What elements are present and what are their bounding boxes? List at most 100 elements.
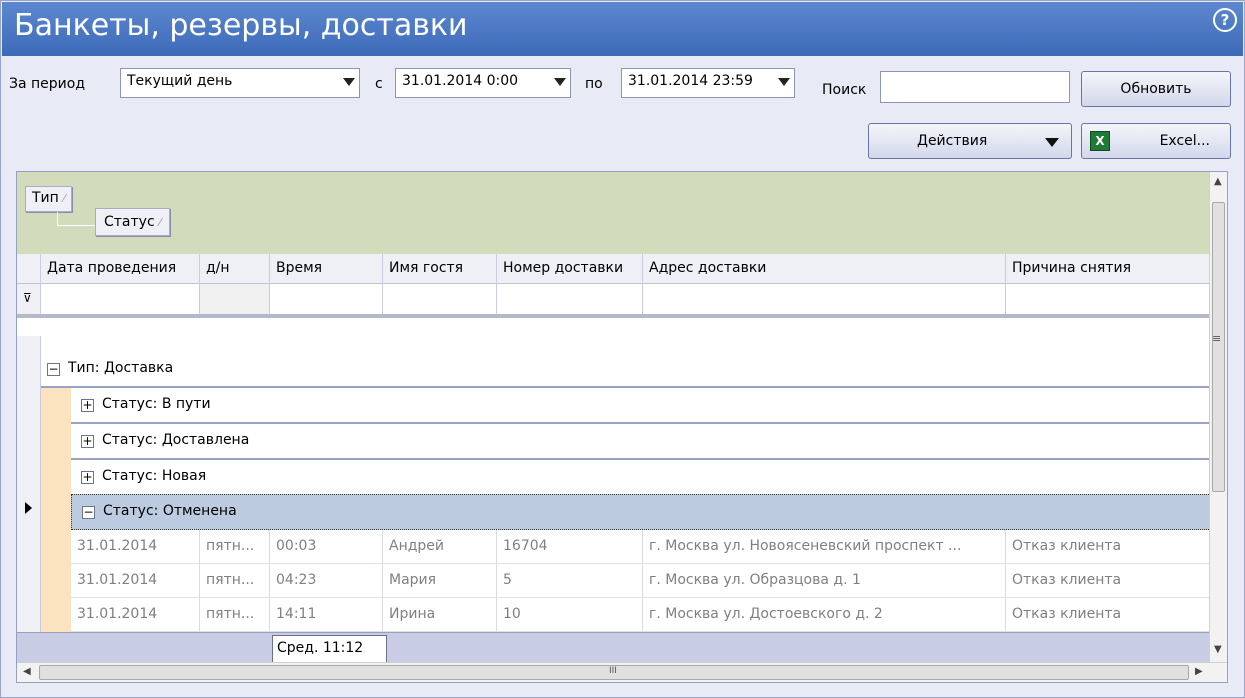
from-date-picker[interactable]: 31.01.2014 0:00 [395,68,571,98]
cell-address: г. Москва ул. Новоясеневский проспект ..… [643,530,1006,564]
cell-day: пятн... [200,564,270,598]
group-row-type[interactable]: − Тип: Доставка [41,352,1219,388]
group-row-status[interactable]: + Статус: Новая [71,460,1219,496]
grip-icon: ≡ [1212,332,1222,345]
actions-button[interactable]: Действия [868,123,1072,159]
filter-cell-date[interactable] [41,284,200,314]
table-row[interactable]: 31.01.2014 пятн... 04:23 Мария 5 г. Моск… [71,564,1219,598]
filter-cell-guest[interactable] [383,284,497,314]
scroll-down-icon[interactable]: ▼ [1214,644,1222,655]
column-day[interactable]: д/н [200,254,270,284]
table-row[interactable]: 31.01.2014 пятн... 14:11 Ирина 10 г. Мос… [71,598,1219,632]
group-connector [57,212,95,226]
to-date-value: 31.01.2014 23:59 [628,73,753,89]
cell-guest: Андрей [383,530,497,564]
cell-day: пятн... [200,598,270,632]
period-label: За период [9,76,86,92]
scroll-right-icon[interactable]: ▶ [1195,666,1203,677]
to-label: по [585,76,603,92]
cell-day: пятн... [200,530,270,564]
cell-address: г. Москва ул. Образцова д. 1 [643,564,1006,598]
column-reason[interactable]: Причина снятия [1006,254,1219,284]
cell-reason: Отказ клиента [1006,530,1219,564]
filter-cell-number[interactable] [497,284,643,314]
orders-grid[interactable]: Тип ⁄ Статус ⁄ Дата проведения д/н Время… [16,171,1228,683]
chevron-down-icon [554,78,566,86]
current-row-arrow-icon [25,502,32,514]
sort-icon: ⁄ [63,192,66,205]
expand-icon[interactable]: + [81,435,94,448]
filter-cell-day[interactable] [200,284,270,314]
group-chip-status[interactable]: Статус ⁄ [95,208,170,236]
column-address[interactable]: Адрес доставки [643,254,1006,284]
header-corner [17,254,41,284]
search-input[interactable] [880,71,1070,103]
vertical-scrollbar[interactable]: ▲ ≡ ▼ [1209,172,1227,664]
excel-label: Excel... [1159,133,1210,149]
group-row-status-selected[interactable]: − Статус: Отменена [71,494,1219,530]
filter-toolbar: За период Текущий день с 31.01.2014 0:00… [2,57,1243,169]
row-indicator-column [17,336,41,632]
expand-icon[interactable]: + [81,399,94,412]
column-guest[interactable]: Имя гостя [383,254,497,284]
scroll-left-icon[interactable]: ◀ [23,666,31,677]
group-label: Статус: Новая [102,468,207,484]
grip-icon: III [609,666,617,676]
collapse-icon[interactable]: − [82,506,95,519]
cell-reason: Отказ клиента [1006,564,1219,598]
group-row-status[interactable]: + Статус: В пути [71,388,1219,424]
window-title: Банкеты, резервы, доставки [14,8,468,43]
excel-icon: X [1090,131,1110,151]
group-by-panel: Тип ⁄ Статус ⁄ [17,172,1219,254]
vertical-scroll-thumb[interactable] [1212,202,1225,492]
sort-icon: ⁄ [159,216,161,229]
excel-button[interactable]: X Excel... [1081,123,1231,159]
cell-number: 5 [497,564,643,598]
group-label: Статус: В пути [102,396,211,412]
cell-time: 00:03 [270,530,383,564]
filter-cell-address[interactable] [643,284,1006,314]
from-date-value: 31.01.2014 0:00 [402,73,519,89]
cell-time: 14:11 [270,598,383,632]
search-label: Поиск [822,82,867,98]
from-label: с [375,76,383,92]
chevron-down-icon [1045,138,1059,147]
cell-date: 31.01.2014 [71,598,200,632]
cell-date: 31.01.2014 [71,564,200,598]
group-label: Статус: Доставлена [102,432,250,448]
column-date[interactable]: Дата проведения [41,254,200,284]
horizontal-scrollbar[interactable]: ◀ III ▶ [17,662,1227,682]
help-icon[interactable]: ? [1213,8,1237,32]
column-header-row: Дата проведения д/н Время Имя гостя Номе… [17,254,1219,284]
collapse-icon[interactable]: − [47,363,60,376]
cell-reason: Отказ клиента [1006,598,1219,632]
filter-cell-reason[interactable] [1006,284,1219,314]
column-time[interactable]: Время [270,254,383,284]
cell-number: 16704 [497,530,643,564]
group-indent-band [41,376,71,632]
refresh-button[interactable]: Обновить [1081,71,1231,107]
actions-label: Действия [917,133,988,149]
chevron-down-icon [778,78,790,86]
cell-time: 04:23 [270,564,383,598]
column-delivery-number[interactable]: Номер доставки [497,254,643,284]
group-row-status[interactable]: + Статус: Доставлена [71,424,1219,460]
filter-icon[interactable]: ⊽ [17,284,41,314]
chevron-down-icon [343,78,355,86]
cell-address: г. Москва ул. Достоевского д. 2 [643,598,1006,632]
group-chip-type[interactable]: Тип ⁄ [25,186,73,212]
main-window: Банкеты, резервы, доставки ? За период Т… [0,0,1245,698]
group-chip-label: Статус [104,214,155,230]
expand-icon[interactable]: + [81,471,94,484]
table-row[interactable]: 31.01.2014 пятн... 00:03 Андрей 16704 г.… [71,530,1219,564]
filter-cell-time[interactable] [270,284,383,314]
to-date-picker[interactable]: 31.01.2014 23:59 [621,68,795,98]
group-chip-label: Тип [32,190,59,206]
period-select[interactable]: Текущий день [120,68,360,98]
group-label: Статус: Отменена [103,503,237,519]
cell-date: 31.01.2014 [71,530,200,564]
avg-time-summary: Сред. 11:12 [272,635,387,663]
scroll-up-icon[interactable]: ▲ [1214,176,1222,187]
cell-guest: Ирина [383,598,497,632]
title-bar: Банкеты, резервы, доставки ? [2,2,1243,56]
